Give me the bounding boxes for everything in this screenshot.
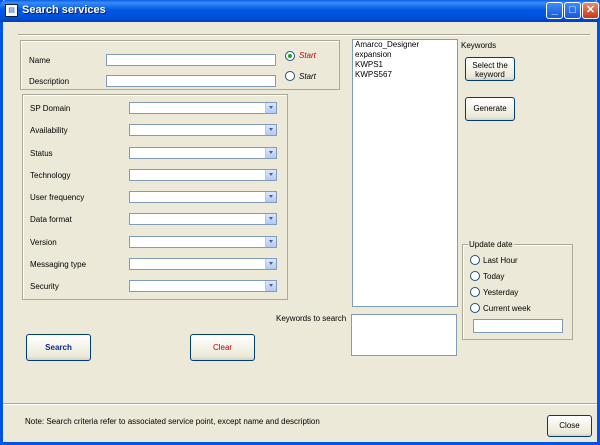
start-radio-description[interactable] [285, 71, 295, 81]
chevron-down-icon[interactable] [265, 170, 276, 180]
top-divider [18, 34, 590, 35]
filter-label-security: Security [30, 282, 59, 291]
keywords-list[interactable]: Amarco_Designer expansion KWPS1 KWPS567 [352, 39, 458, 307]
filter-label-messaging-type: Messaging type [30, 260, 87, 269]
filter-label-availability: Availability [30, 126, 68, 135]
filter-label-version: Version [30, 238, 57, 247]
keyword-item[interactable]: expansion [353, 50, 457, 60]
description-input[interactable] [106, 75, 276, 87]
keyword-item[interactable]: KWPS567 [353, 70, 457, 80]
update-date-group: Update date Last Hour Today Yesterday Cu… [462, 240, 573, 340]
chevron-down-icon[interactable] [265, 148, 276, 158]
search-note: Note: Search criteria refer to associate… [25, 417, 320, 426]
maximize-button[interactable]: □ [564, 2, 581, 19]
last-hour-label: Last Hour [483, 256, 518, 265]
update-date-legend: Update date [468, 240, 514, 249]
chevron-down-icon[interactable] [265, 125, 276, 135]
data-format-select[interactable] [129, 213, 277, 225]
filter-label-technology: Technology [30, 171, 71, 180]
current-week-radio[interactable] [470, 303, 480, 313]
search-button[interactable]: Search [26, 334, 91, 361]
start-radio-name[interactable] [285, 51, 295, 61]
sp-domain-select[interactable] [129, 102, 277, 114]
security-select[interactable] [129, 280, 277, 292]
window-title: Search services [22, 4, 106, 16]
yesterday-radio[interactable] [470, 287, 480, 297]
filter-label-sp-domain: SP Domain [30, 104, 71, 113]
title-bar[interactable]: ▤ Search services _ □ ✕ [0, 0, 600, 22]
filters-group: SP Domain Availability Status Technology… [22, 94, 288, 300]
close-button[interactable]: Close [547, 415, 592, 437]
today-label: Today [483, 272, 505, 281]
user-frequency-select[interactable] [129, 191, 277, 203]
minimize-button[interactable]: _ [546, 2, 563, 19]
last-hour-radio[interactable] [470, 255, 480, 265]
start-label-name: Start [299, 51, 316, 60]
clear-button[interactable]: Clear [190, 334, 255, 361]
technology-select[interactable] [129, 169, 277, 181]
name-description-group: Name Description Start Start [20, 40, 340, 90]
select-keyword-button[interactable]: Select the keyword [465, 57, 515, 81]
filter-label-user-frequency: User frequency [30, 193, 85, 202]
bottom-divider [3, 403, 597, 404]
chevron-down-icon[interactable] [265, 103, 276, 113]
chevron-down-icon[interactable] [265, 281, 276, 291]
status-select[interactable] [129, 147, 277, 159]
chevron-down-icon[interactable] [265, 214, 276, 224]
today-radio[interactable] [470, 271, 480, 281]
messaging-type-select[interactable] [129, 258, 277, 270]
chevron-down-icon[interactable] [265, 259, 276, 269]
keywords-to-search-input[interactable] [351, 314, 457, 356]
filter-label-data-format: Data format [30, 215, 72, 224]
yesterday-label: Yesterday [483, 288, 519, 297]
start-label-description: Start [299, 72, 316, 81]
close-window-button[interactable]: ✕ [582, 2, 599, 19]
keywords-label: Keywords [461, 41, 497, 50]
update-date-input[interactable] [473, 319, 563, 333]
name-label: Name [29, 56, 51, 65]
filter-label-status: Status [30, 149, 53, 158]
app-icon: ▤ [5, 4, 18, 17]
current-week-label: Current week [483, 304, 531, 313]
chevron-down-icon[interactable] [265, 237, 276, 247]
name-input[interactable] [106, 54, 276, 66]
chevron-down-icon[interactable] [265, 192, 276, 202]
version-select[interactable] [129, 236, 277, 248]
search-services-window: ▤ Search services _ □ ✕ Name Description… [0, 0, 600, 445]
availability-select[interactable] [129, 124, 277, 136]
keyword-item[interactable]: Amarco_Designer [353, 40, 457, 50]
generate-button[interactable]: Generate [465, 97, 515, 121]
keyword-item[interactable]: KWPS1 [353, 60, 457, 70]
dialog-body: Name Description Start Start SP Domain A… [3, 22, 597, 442]
description-label: Description [29, 77, 70, 86]
keywords-to-search-label: Keywords to search [276, 314, 347, 323]
